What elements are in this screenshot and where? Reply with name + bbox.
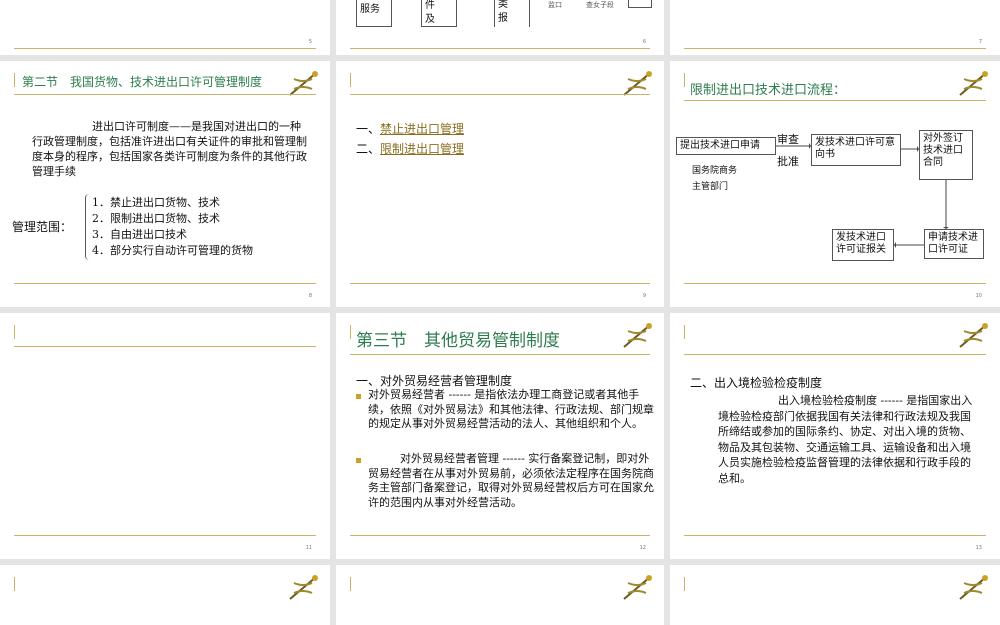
topic-item: 二、限制进出口管理 <box>356 139 464 159</box>
slide-divider <box>350 283 650 284</box>
slide-thumbnail-8[interactable]: 第二节 我国货物、技术进出口许可管理制度 进出口许可制度——是我国对进出口的一种… <box>0 61 330 307</box>
title-accent-bar <box>350 577 351 591</box>
slide-number: 13 <box>975 545 982 551</box>
title-accent-bar <box>684 577 685 591</box>
slide-divider <box>14 48 316 49</box>
caduceus-emblem-icon <box>623 575 652 600</box>
slide-divider <box>684 48 986 49</box>
definition-paragraph: 进出口许可制度——是我国对进出口的一种行政管理制度，包括准许进出口有关证件的审批… <box>32 120 307 178</box>
slide-number: 10 <box>975 293 982 299</box>
table-fragment-right: 查女子段 <box>586 1 614 9</box>
slide-title: 第三节 其他贸易管制制度 <box>356 331 560 351</box>
slide-thumbnail-16[interactable] <box>670 565 1000 625</box>
slide-thumbnail-7[interactable]: 7 <box>670 0 1000 55</box>
scope-item: 2．限制进出口货物、技术 <box>92 212 220 225</box>
slide-number: 11 <box>305 545 312 551</box>
slide-divider <box>350 535 650 536</box>
title-accent-bar <box>14 325 15 339</box>
title-divider <box>14 346 316 347</box>
table-cell-service: 服务 <box>356 0 392 27</box>
slide-divider <box>14 283 316 284</box>
slide-number: 8 <box>308 293 312 299</box>
flow-connectors <box>776 143 949 248</box>
title-divider <box>350 94 650 95</box>
slide-thumbnail-15[interactable] <box>336 565 664 625</box>
section-heading: 一、对外贸易经营者管理制度 <box>356 374 513 388</box>
slide-thumbnail-13[interactable]: 二、出入境检验检疫制度 出入境检验检疫制度 ------ 是指国家出入境检验检疫… <box>670 313 1000 559</box>
title-divider <box>684 354 986 355</box>
slide-thumbnail-10[interactable]: 限制进出口技术进口流程： 提出技术进口申请 审查 批准 发技术进口许可意向书 对… <box>670 61 1000 307</box>
slide-number: 7 <box>978 39 982 45</box>
slide-thumbnail-5[interactable]: 5 <box>0 0 330 55</box>
slide-thumbnail-11[interactable]: 11 <box>0 313 330 559</box>
caduceus-emblem-icon <box>959 575 988 600</box>
slide-number: 9 <box>642 293 646 299</box>
table-cell-empty <box>628 0 652 8</box>
slide-number: 6 <box>642 39 646 45</box>
scope-item: 1．禁止进出口货物、技术 <box>92 196 220 209</box>
slide-divider <box>684 535 986 536</box>
scope-item: 4．部分实行自动许可管理的货物 <box>92 244 253 257</box>
slide-thumbnail-12[interactable]: 第三节 其他贸易管制制度 一、对外贸易经营者管理制度 对外贸易经营者 -----… <box>336 313 664 559</box>
definition-paragraph: 出入境检验检疫制度 ------ 是指国家出入境检验检疫部门依据我国有关法律和行… <box>718 394 973 485</box>
title-accent-bar <box>350 73 351 87</box>
caduceus-emblem-icon <box>623 323 652 348</box>
table-fragment-left: 监口 <box>548 1 562 9</box>
link-prohibited-trade[interactable]: 禁止进出口管理 <box>380 122 464 136</box>
table-cell-category: 类 报 <box>494 0 530 27</box>
caduceus-emblem-icon <box>289 575 318 600</box>
section-heading: 二、出入境检验检疫制度 <box>690 376 823 390</box>
link-restricted-trade[interactable]: 限制进出口管理 <box>380 142 464 156</box>
slide-divider <box>14 535 316 536</box>
title-accent-bar <box>350 325 351 339</box>
bullet-text: 对外贸易经营者 ------ 是指依法办理工商登记或者其他手续，依照《对外贸易法… <box>368 388 654 430</box>
bullet-text: 对外贸易经营者管理 ------ 实行备案登记制，即对外贸易经营者在从事对外贸易… <box>368 452 654 509</box>
table-cell-documents: 件 及 <box>421 0 457 27</box>
bullet-marker <box>356 458 361 463</box>
slide-number: 12 <box>639 545 646 551</box>
scope-item: 3．自由进出口技术 <box>92 228 187 241</box>
slide-number: 5 <box>308 39 312 45</box>
bullet-marker <box>356 394 361 399</box>
scope-bracket <box>85 194 90 260</box>
title-accent-bar <box>14 577 15 591</box>
topic-prefix: 二、 <box>356 142 381 156</box>
scope-list: 1．禁止进出口货物、技术 2．限制进出口货物、技术 3．自由进出口技术 4．部分… <box>92 195 253 259</box>
topic-list: 一、禁止进出口管理 二、限制进出口管理 <box>356 119 464 159</box>
slide-thumbnail-9[interactable]: 一、禁止进出口管理 二、限制进出口管理 9 <box>336 61 664 307</box>
topic-prefix: 一、 <box>356 122 381 136</box>
topic-item: 一、禁止进出口管理 <box>356 119 464 139</box>
slide-divider <box>350 48 650 49</box>
title-accent-bar <box>14 73 15 87</box>
slide-thumbnail-14[interactable] <box>0 565 330 625</box>
scope-label: 管理范围： <box>12 220 73 234</box>
title-divider <box>14 94 316 95</box>
caduceus-emblem-icon <box>959 323 988 348</box>
title-accent-bar <box>684 325 685 339</box>
title-divider <box>350 354 650 355</box>
slide-title: 第二节 我国货物、技术进出口许可管理制度 <box>22 75 263 89</box>
slide-thumbnail-6[interactable]: 服务 件 及 类 报 监口 查女子段 6 <box>336 0 664 55</box>
slide-divider <box>684 283 986 284</box>
